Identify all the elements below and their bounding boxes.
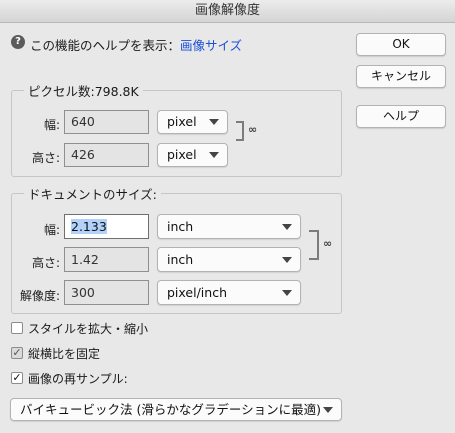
chevron-down-icon — [282, 223, 292, 230]
chain-link-icon: ∞ — [323, 237, 333, 250]
help-prefix: この機能のヘルプを表示： — [30, 38, 181, 53]
pixel-height-field[interactable]: 426 — [64, 143, 149, 167]
chevron-down-icon — [282, 289, 292, 296]
resample-label: 画像の再サンプル: — [28, 372, 128, 386]
window-title: 画像解像度 — [0, 0, 455, 23]
document-size-title: ドキュメントのサイズ: — [24, 184, 161, 203]
chevron-down-icon — [209, 119, 219, 125]
help-line: この機能のヘルプを表示：画像サイズ — [30, 35, 242, 54]
doc-resolution-unit: pixel/inch — [167, 285, 227, 300]
help-link[interactable]: 画像サイズ — [180, 38, 242, 53]
doc-width-field[interactable]: 2.133 — [64, 214, 149, 239]
pixel-height-label: 高さ: — [31, 151, 60, 165]
pixel-width-field[interactable]: 640 — [64, 110, 149, 134]
pixel-link-bracket — [236, 121, 244, 141]
doc-height-label: 高さ: — [31, 256, 60, 270]
doc-width-unit: inch — [167, 219, 194, 234]
doc-height-field[interactable]: 1.42 — [64, 247, 149, 272]
doc-link-bracket — [309, 230, 319, 260]
ok-button[interactable]: OK — [356, 33, 446, 56]
help-button[interactable]: ヘルプ — [356, 105, 446, 128]
chevron-down-icon — [323, 406, 333, 413]
help-icon[interactable]: ? — [11, 35, 25, 49]
cancel-button[interactable]: キャンセル — [356, 65, 446, 88]
doc-height-unit-select[interactable]: inch — [157, 247, 301, 272]
pixel-height-unit: pixel — [167, 147, 197, 162]
chevron-down-icon — [209, 152, 219, 158]
chain-link-icon: ∞ — [248, 123, 258, 136]
doc-height-unit: inch — [167, 252, 194, 267]
scale-styles-label: スタイルを拡大・縮小 — [28, 322, 149, 336]
constrain-proportions-checkbox[interactable]: ✓ — [11, 347, 23, 359]
pixel-width-unit: pixel — [167, 114, 197, 129]
pixel-dimensions-title: ピクセル数:798.8K — [24, 81, 143, 100]
scale-styles-checkbox[interactable] — [11, 322, 23, 334]
doc-resolution-field[interactable]: 300 — [64, 280, 149, 305]
doc-width-unit-select[interactable]: inch — [157, 214, 301, 239]
doc-resolution-unit-select[interactable]: pixel/inch — [157, 280, 301, 305]
pixel-width-label: 幅: — [43, 118, 60, 132]
doc-width-label: 幅: — [43, 223, 60, 237]
chevron-down-icon — [282, 256, 292, 263]
pixel-height-unit-select[interactable]: pixel — [157, 143, 228, 167]
resample-method-select[interactable]: バイキュービック法 (滑らかなグラデーションに最適) — [10, 398, 342, 421]
doc-resolution-label: 解像度: — [19, 289, 60, 303]
pixel-width-unit-select[interactable]: pixel — [157, 110, 228, 134]
resample-checkbox[interactable]: ✓ — [11, 372, 23, 384]
constrain-proportions-label: 縦横比を固定 — [28, 347, 101, 361]
doc-width-value: 2.133 — [71, 219, 107, 234]
resample-method: バイキュービック法 (滑らかなグラデーションに最適) — [20, 402, 321, 417]
